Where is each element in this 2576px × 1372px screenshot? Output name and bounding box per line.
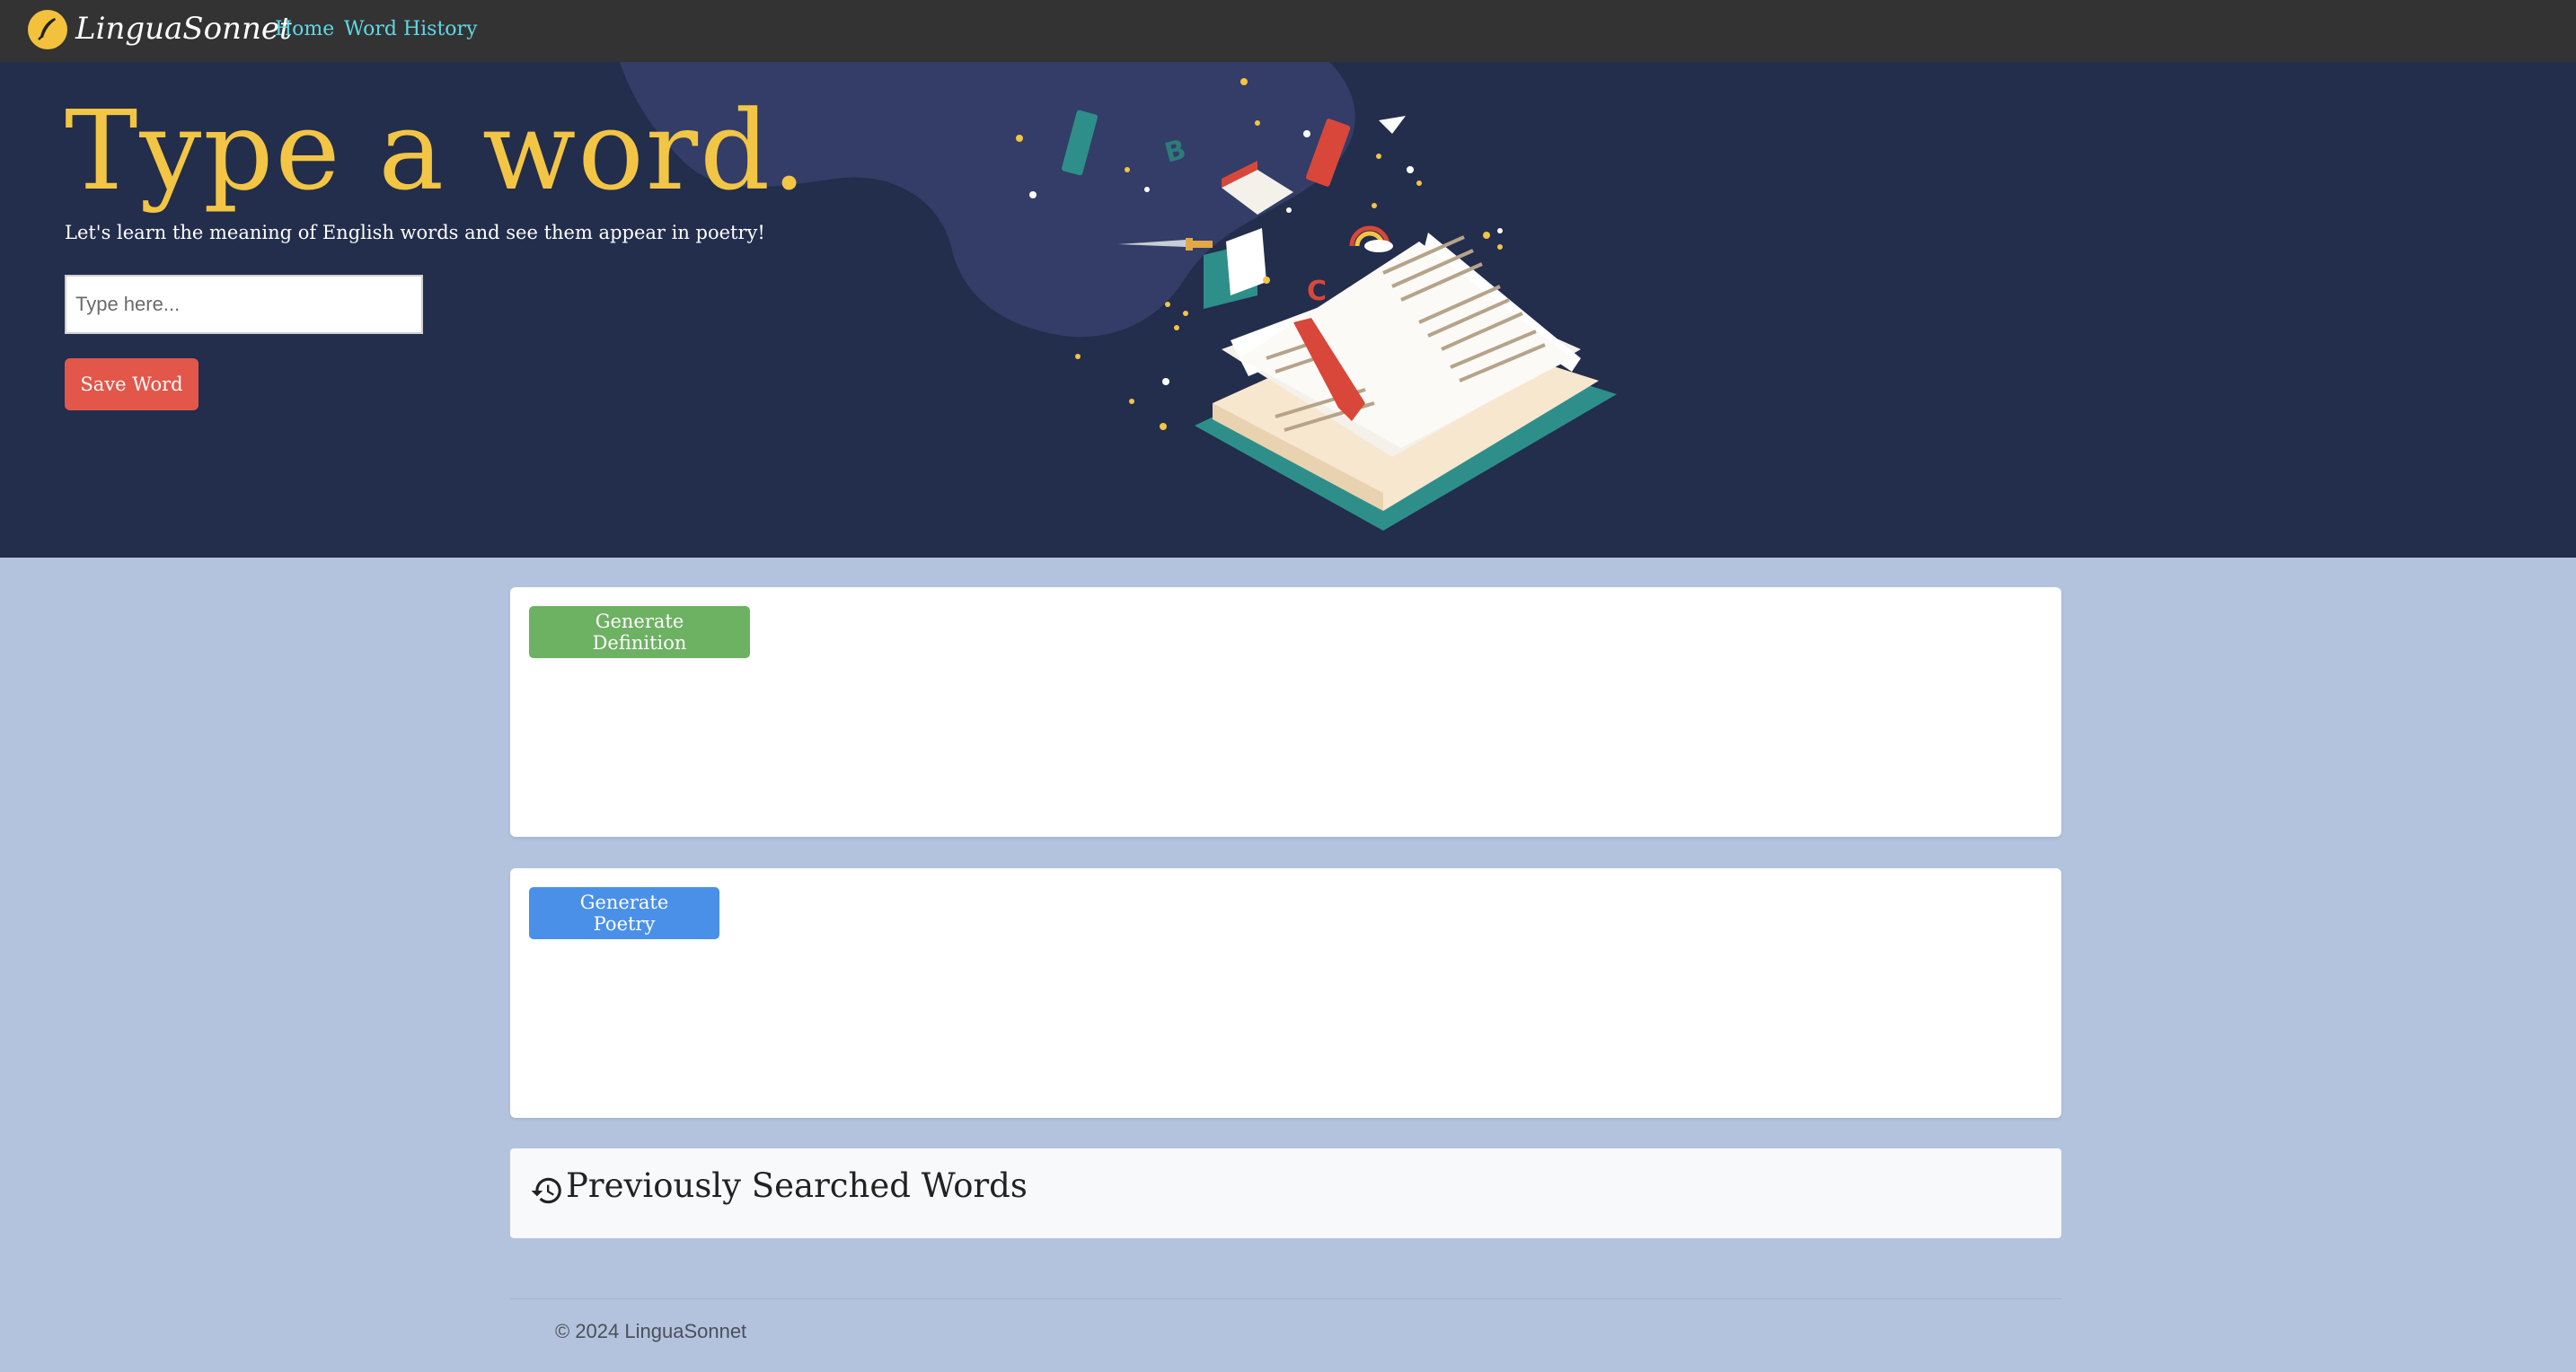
poetry-card: Generate Poetry (510, 868, 2061, 1118)
nav-link-home[interactable]: Home (275, 18, 334, 40)
generate-poetry-button[interactable]: Generate Poetry (529, 887, 719, 939)
hero-subtitle: Let's learn the meaning of English words… (65, 222, 765, 243)
footer-copyright: © 2024 LinguaSonnet (555, 1320, 747, 1342)
word-input[interactable] (65, 275, 423, 334)
previously-searched-section: Previously Searched Words (510, 1148, 2061, 1238)
nav-link-word-history[interactable]: Word History (344, 18, 478, 40)
quill-logo-icon[interactable] (28, 10, 67, 49)
definition-card: Generate Definition (510, 587, 2061, 837)
hero-section: Type a word. Let's learn the meaning of … (0, 62, 2576, 558)
history-icon (531, 1177, 561, 1204)
svg-text:B: B (1161, 134, 1189, 170)
history-title: Previously Searched Words (566, 1166, 1028, 1205)
footer-divider (510, 1298, 2061, 1299)
navbar: LinguaSonnet Home Word History (0, 0, 2576, 62)
brand-name[interactable]: LinguaSonnet (75, 11, 292, 47)
hero-title: Type a word. (65, 87, 808, 215)
generate-definition-button[interactable]: Generate Definition (529, 606, 750, 658)
open-book-illustration-icon: B C (1016, 78, 1617, 531)
svg-text:C: C (1307, 276, 1327, 307)
save-word-button[interactable]: Save Word (65, 358, 198, 410)
